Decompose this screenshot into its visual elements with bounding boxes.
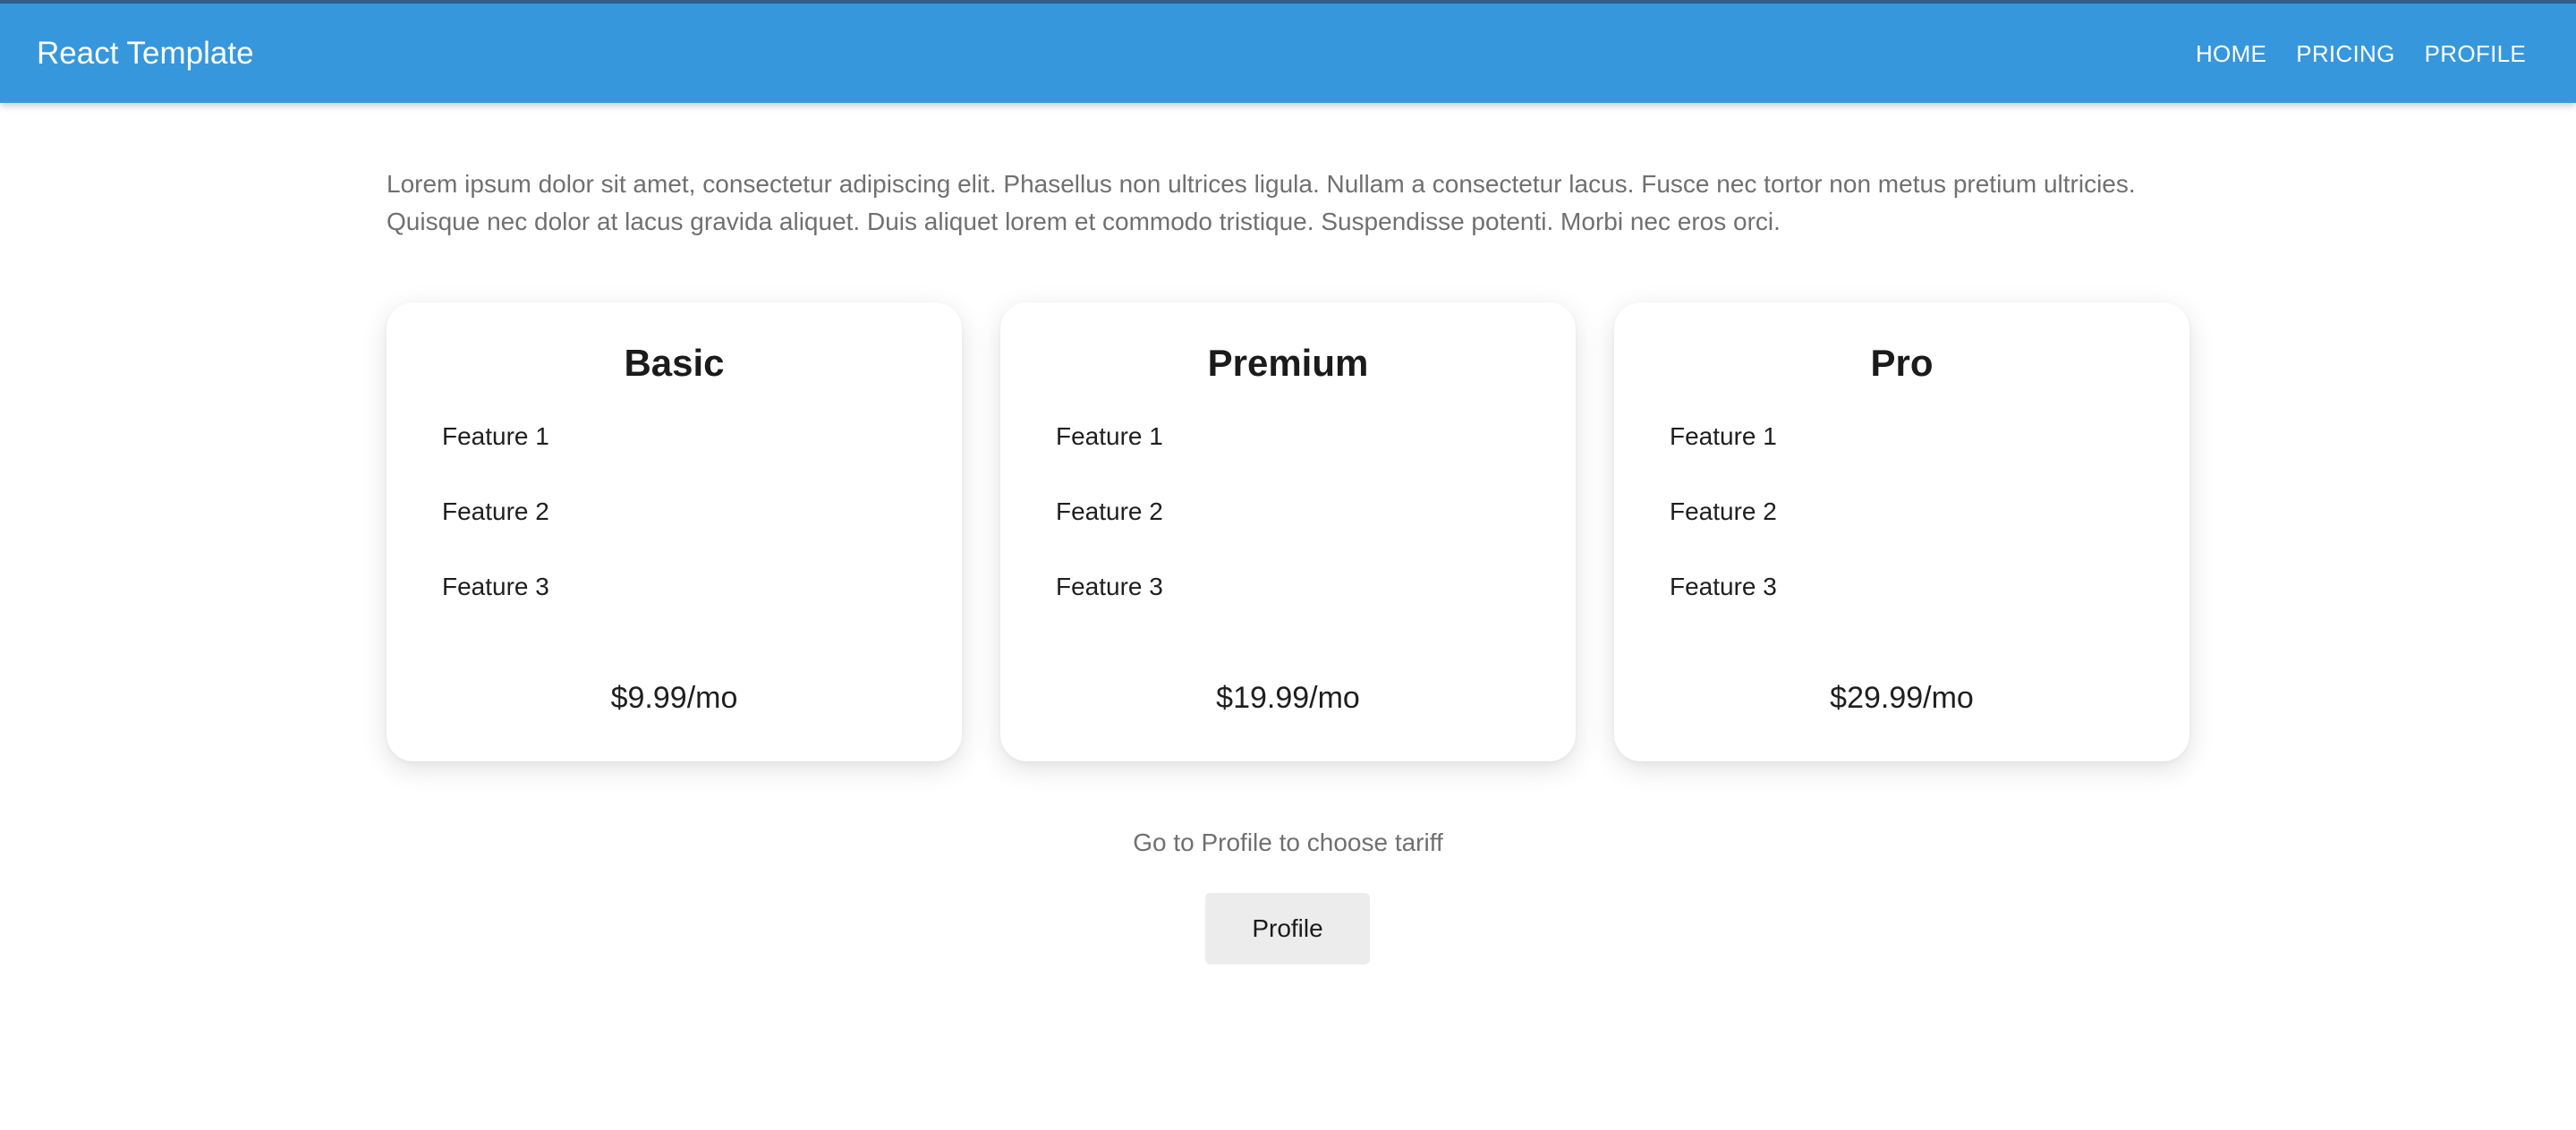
plan-card-pro: Pro Feature 1 Feature 2 Feature 3 $29.99… bbox=[1614, 302, 2189, 761]
app-bar: React Template HOME PRICING PROFILE bbox=[0, 0, 2576, 103]
feature-list: Feature 1 Feature 2 Feature 3 bbox=[1056, 421, 1163, 646]
feature-item: Feature 1 bbox=[442, 422, 549, 450]
feature-item: Feature 3 bbox=[1670, 573, 1777, 600]
feature-item: Feature 2 bbox=[1056, 497, 1163, 525]
feature-list: Feature 1 Feature 2 Feature 3 bbox=[1670, 421, 1777, 646]
feature-item: Feature 1 bbox=[1670, 422, 1777, 450]
main-nav: HOME PRICING PROFILE bbox=[2196, 38, 2526, 70]
nav-pricing[interactable]: PRICING bbox=[2296, 38, 2394, 70]
plan-price: $29.99/mo bbox=[1830, 681, 1974, 715]
plan-title: Basic bbox=[624, 342, 725, 384]
plan-price: $9.99/mo bbox=[610, 681, 738, 715]
intro-text: Lorem ipsum dolor sit amet, consectetur … bbox=[387, 170, 2136, 235]
feature-item: Feature 2 bbox=[1670, 497, 1777, 525]
feature-item: Feature 2 bbox=[442, 497, 549, 525]
feature-item: Feature 1 bbox=[1056, 422, 1163, 450]
profile-hint: Go to Profile to choose tariff bbox=[1133, 828, 1443, 856]
nav-home[interactable]: HOME bbox=[2196, 38, 2266, 70]
feature-item: Feature 3 bbox=[1056, 573, 1163, 600]
plan-title: Premium bbox=[1207, 342, 1369, 384]
profile-button[interactable]: Profile bbox=[1205, 893, 1370, 964]
feature-item: Feature 3 bbox=[442, 573, 549, 600]
plan-card-basic: Basic Feature 1 Feature 2 Feature 3 $9.9… bbox=[387, 302, 962, 761]
app-title[interactable]: React Template bbox=[37, 34, 254, 73]
feature-list: Feature 1 Feature 2 Feature 3 bbox=[442, 421, 549, 646]
nav-profile[interactable]: PROFILE bbox=[2425, 38, 2526, 70]
plan-price: $19.99/mo bbox=[1216, 681, 1360, 715]
plan-card-premium: Premium Feature 1 Feature 2 Feature 3 $1… bbox=[1000, 302, 1576, 761]
plan-title: Pro bbox=[1870, 342, 1934, 384]
